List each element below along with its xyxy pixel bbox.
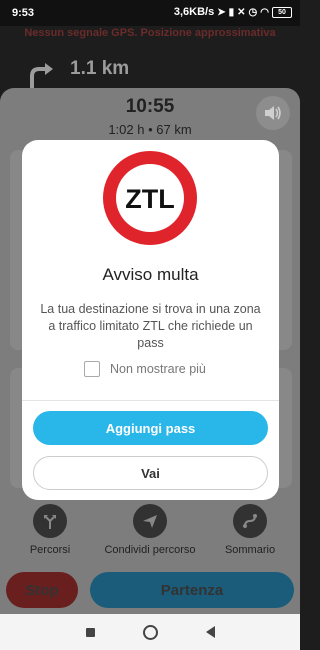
recent-apps-icon[interactable] — [85, 627, 95, 637]
status-time: 9:53 — [12, 7, 35, 19]
dont-show-again-option[interactable]: Non mostrare più — [84, 361, 206, 377]
routes-label: Percorsi — [29, 544, 71, 556]
status-bar: 9:53 3,6KB/s ➤ ▮ ✕ ◷ ◠ 50 — [0, 0, 300, 26]
trip-distance: 67 km — [156, 122, 192, 137]
trip-separator: • — [148, 122, 153, 137]
ztl-sign-text: ZTL — [125, 184, 174, 214]
system-nav-bar — [0, 614, 300, 650]
dialog-message: La tua destinazione si trova in una zona… — [40, 302, 261, 350]
mute-icon: ✕ — [237, 6, 246, 18]
ztl-sign-icon: ZTL — [103, 151, 197, 245]
stop-button[interactable]: Stop — [6, 572, 78, 608]
share-route-label: Condividi percorso — [104, 544, 196, 556]
signal-icon: ▮ — [228, 6, 235, 18]
home-icon[interactable] — [142, 624, 158, 640]
wifi-icon: ◠ — [260, 6, 269, 18]
routes-button[interactable]: Percorsi — [0, 502, 100, 568]
network-speed: 3,6KB/s — [173, 6, 215, 18]
eta-time: 10:55 — [125, 96, 175, 117]
dialog-title: Avviso multa — [102, 265, 199, 284]
start-button[interactable]: Partenza — [90, 572, 294, 608]
gps-warning-banner: Nessun segnale GPS. Posizione approssima… — [24, 27, 276, 39]
next-turn-distance: 1.1 km — [70, 58, 130, 79]
trip-duration: 1:02 h — [108, 122, 145, 137]
summary-button[interactable]: Sommario — [200, 502, 300, 568]
dialog-divider — [22, 400, 279, 401]
trip-info: 1:02 h • 67 km — [0, 122, 300, 137]
status-icons: 3,6KB/s ➤ ▮ ✕ ◷ ◠ 50 — [174, 6, 292, 18]
location-icon: ➤ — [217, 6, 226, 18]
sound-button[interactable] — [256, 96, 290, 130]
fine-warning-dialog: ZTL Avviso multa La tua destinazione si … — [22, 140, 279, 500]
alarm-icon: ◷ — [248, 6, 258, 18]
share-route-button[interactable]: Condividi percorso — [100, 502, 200, 568]
dont-show-again-label: Non mostrare più — [110, 362, 206, 376]
add-pass-button[interactable]: Aggiungi pass — [33, 411, 268, 445]
back-icon[interactable] — [205, 626, 215, 638]
battery-icon: 50 — [272, 6, 292, 18]
go-button[interactable]: Vai — [33, 456, 268, 490]
speaker-icon — [265, 106, 281, 120]
share-route-icon — [133, 504, 167, 538]
routes-icon — [33, 504, 67, 538]
dont-show-again-checkbox[interactable] — [84, 361, 100, 377]
summary-label: Sommario — [224, 544, 276, 556]
route-actions: Percorsi Condividi percorso Sommario — [0, 502, 300, 568]
summary-icon — [233, 504, 267, 538]
turn-right-arrow-icon — [30, 63, 53, 88]
